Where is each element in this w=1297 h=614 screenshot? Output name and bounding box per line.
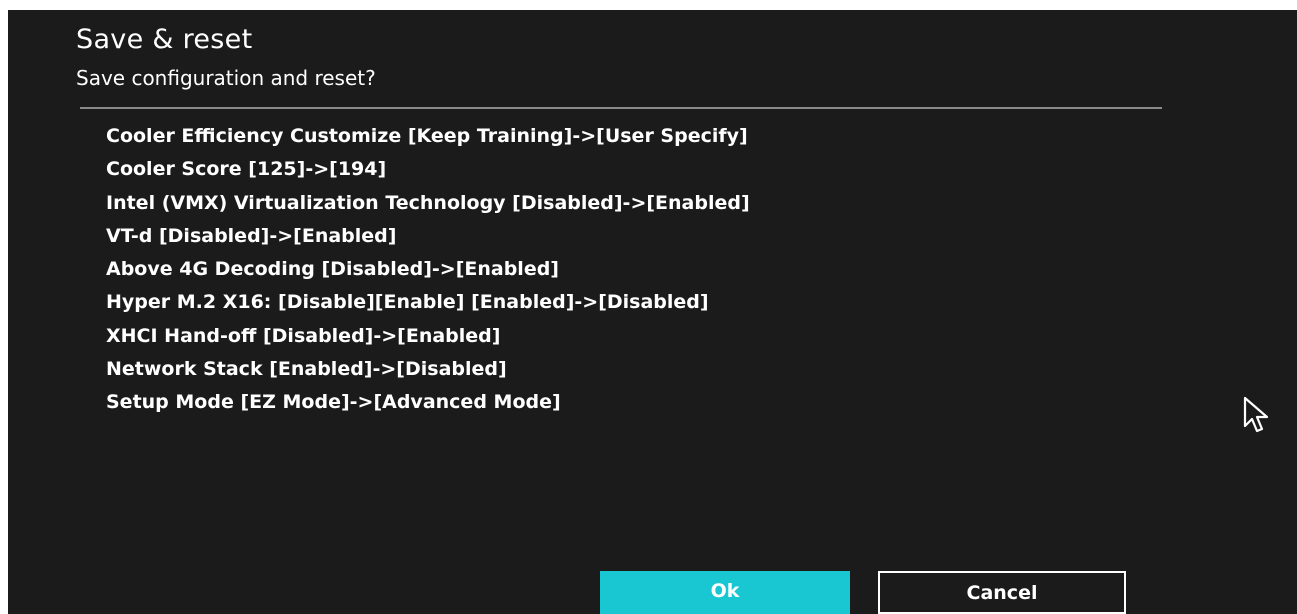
dialog-subtitle: Save configuration and reset?: [76, 66, 376, 90]
save-reset-dialog: Save & reset Save configuration and rese…: [8, 10, 1297, 614]
change-item: VT-d [Disabled]->[Enabled]: [106, 224, 397, 247]
ok-button[interactable]: Ok: [600, 571, 850, 614]
changes-list: Cooler Efficiency Customize [Keep Traini…: [106, 120, 750, 420]
change-item: Cooler Efficiency Customize [Keep Traini…: [106, 125, 748, 147]
change-item: Intel (VMX) Virtualization Technology [D…: [106, 191, 750, 214]
change-item: Hyper M.2 X16: [Disable][Enable] [Enable…: [106, 291, 709, 314]
change-item: XHCI Hand-off [Disabled]->[Enabled]: [106, 324, 501, 347]
cancel-button[interactable]: Cancel: [878, 571, 1126, 614]
change-item: Above 4G Decoding [Disabled]->[Enabled]: [106, 258, 559, 281]
change-item: Cooler Score [125]->[194]: [106, 158, 387, 181]
divider: [80, 107, 1162, 109]
dialog-title: Save & reset: [76, 24, 253, 55]
change-item: Network Stack [Enabled]->[Disabled]: [106, 358, 507, 381]
mouse-pointer-icon: [1243, 396, 1269, 433]
change-item: Setup Mode [EZ Mode]->[Advanced Mode]: [106, 391, 561, 414]
